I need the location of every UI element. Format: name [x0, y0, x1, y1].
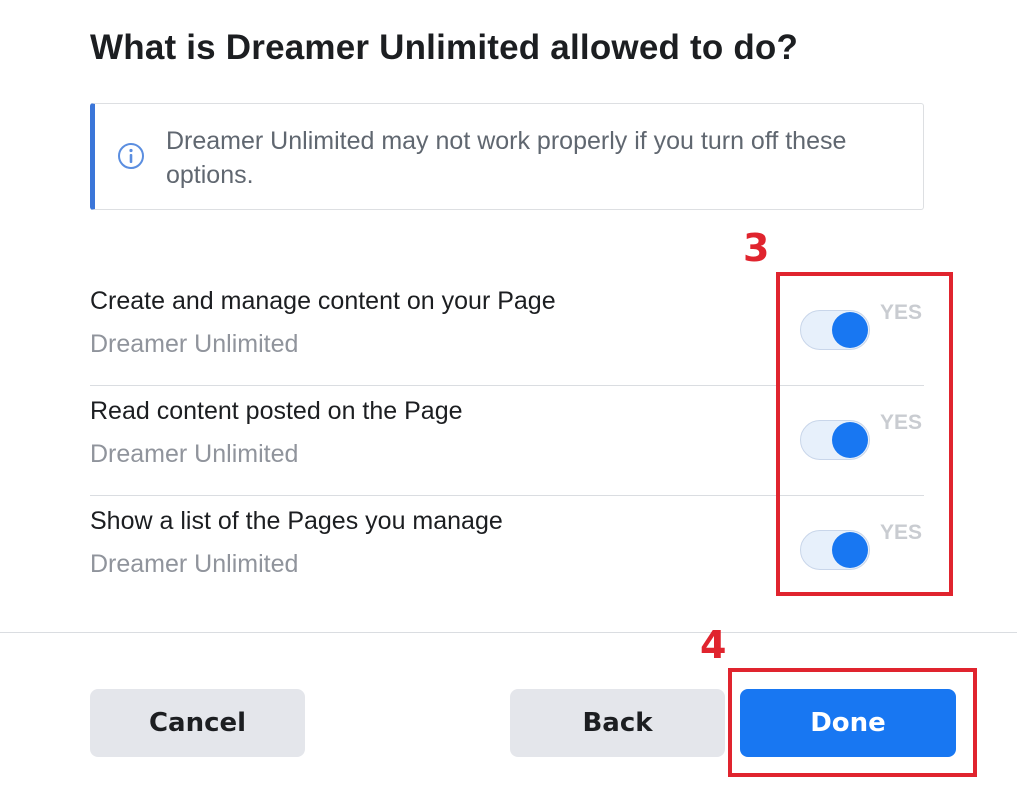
permission-title: Show a list of the Pages you manage — [90, 507, 503, 535]
dialog-title: What is Dreamer Unlimited allowed to do? — [90, 28, 799, 67]
annotation-step-3-number: 3 — [743, 226, 770, 270]
footer-divider — [0, 632, 1017, 633]
cancel-button[interactable]: Cancel — [90, 689, 305, 757]
permission-app-name: Dreamer Unlimited — [90, 550, 299, 578]
back-button[interactable]: Back — [510, 689, 725, 757]
permission-app-name: Dreamer Unlimited — [90, 440, 299, 468]
permission-app-name: Dreamer Unlimited — [90, 330, 299, 358]
notice-text: Dreamer Unlimited may not work properly … — [166, 127, 847, 189]
permission-title: Create and manage content on your Page — [90, 287, 556, 315]
permission-title: Read content posted on the Page — [90, 397, 463, 425]
annotation-step-4-number: 4 — [700, 623, 727, 667]
done-button[interactable]: Done — [740, 689, 956, 757]
info-notice: Dreamer Unlimited may not work properly … — [90, 103, 924, 210]
annotation-step-3-box — [776, 272, 953, 596]
info-icon — [118, 143, 144, 169]
